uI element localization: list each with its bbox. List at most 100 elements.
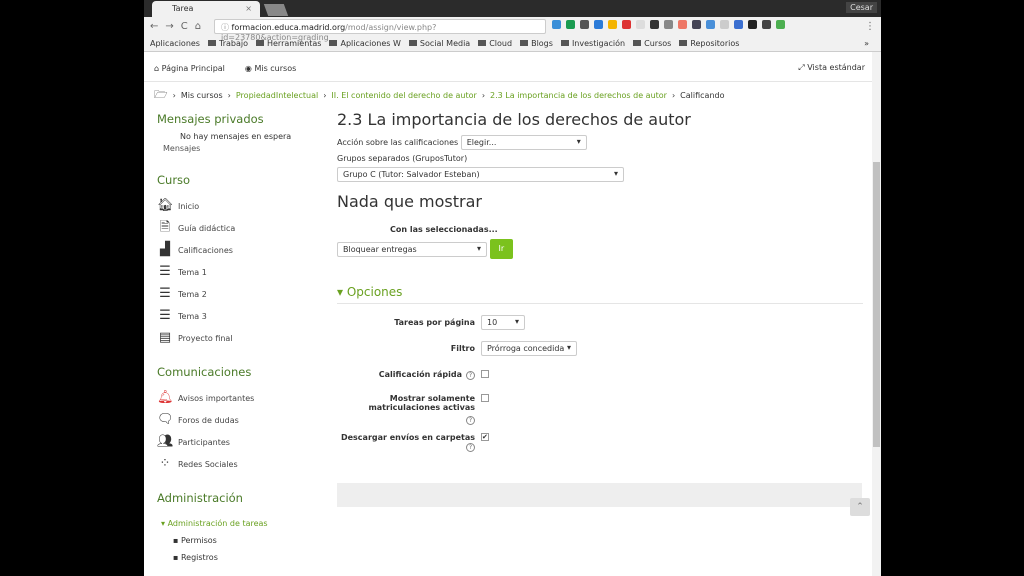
bookmark-folder[interactable]: Cursos (633, 39, 671, 48)
extension-icon[interactable] (580, 20, 589, 29)
bookmark-folder[interactable]: Investigación (561, 39, 625, 48)
url-input[interactable]: ⓘ formacion.educa.madrid.org/mod/assign/… (214, 19, 546, 42)
course-item-guia[interactable]: 🗎 Guía didáctica (157, 217, 317, 239)
filter-select[interactable]: Prórroga concedida (481, 341, 577, 356)
tab-tarea[interactable]: Tarea × (152, 1, 260, 17)
back-to-top-button[interactable]: ⌃ (850, 498, 870, 516)
bulk-action-select[interactable]: Bloquear entregas (337, 241, 487, 257)
folder-icon: 🗁 (154, 87, 168, 101)
breadcrumb-item[interactable]: 2.3 La importancia de los derechos de au… (490, 91, 667, 100)
profile-name[interactable]: Cesar (846, 2, 877, 13)
block-title: Comunicaciones (157, 365, 252, 379)
quick-grading-checkbox[interactable] (481, 370, 489, 378)
comm-item-foros[interactable]: 🗨 Foros de dudas (157, 409, 317, 431)
help-icon[interactable]: ? (466, 416, 475, 425)
scrollbar-thumb[interactable] (873, 162, 880, 447)
per-page-select[interactable]: 10 (481, 315, 525, 330)
extensions (552, 20, 785, 29)
course-item-tema3[interactable]: ☰ Tema 3 (157, 305, 317, 327)
scrollbar[interactable] (872, 52, 881, 576)
extension-icon[interactable] (734, 20, 743, 29)
new-tab-button[interactable] (263, 4, 289, 16)
extension-icon[interactable] (636, 20, 645, 29)
course-item-inicio[interactable]: 🏠︎ Inicio (157, 195, 317, 217)
comm-item-participantes[interactable]: 👥︎ Participantes (157, 431, 317, 453)
download-folders-checkbox[interactable]: ✔ (481, 433, 489, 441)
nav-my-courses-label: Mis cursos (254, 63, 297, 73)
extension-icon[interactable] (608, 20, 617, 29)
grading-action-select[interactable]: Elegir... (460, 135, 587, 150)
numbered-list-icon: ☰ (159, 286, 171, 301)
extension-icon[interactable] (762, 20, 771, 29)
close-tab-icon[interactable]: × (245, 4, 252, 13)
dashboard-icon: ◉ (244, 63, 255, 73)
breadcrumb-item[interactable]: II. El contenido del derecho de autor (331, 91, 476, 100)
bar-chart-icon: ▟ (160, 242, 170, 257)
extension-icon[interactable] (622, 20, 631, 29)
item-label: Tema 2 (178, 289, 207, 299)
groups-select[interactable]: Grupo C (Tutor: Salvador Esteban) (337, 167, 624, 182)
extension-icon[interactable] (748, 20, 757, 29)
extension-icon[interactable] (552, 20, 561, 29)
address-bar-row: ← → C ⌂ ⓘ formacion.educa.madrid.org/mod/as… (144, 17, 881, 42)
course-item-tema1[interactable]: ☰ Tema 1 (157, 261, 317, 283)
extension-icon[interactable] (566, 20, 575, 29)
go-button[interactable]: Ir (489, 239, 513, 259)
chat-icon: 🗨 (157, 412, 174, 427)
messages-link[interactable]: Mensajes (157, 144, 317, 153)
active-only-checkbox[interactable] (481, 394, 489, 402)
admin-item-label: Registros (180, 553, 218, 562)
item-label: Avisos importantes (178, 393, 255, 403)
block-title: Curso (157, 173, 191, 187)
bookmark-apps[interactable]: Aplicaciones (150, 39, 200, 48)
extension-icon[interactable] (706, 20, 715, 29)
bookmark-folder[interactable]: Aplicaciones W (329, 39, 400, 48)
extension-icon[interactable] (594, 20, 603, 29)
menu-icon[interactable]: ⋮ (865, 21, 875, 32)
with-selected-label: Con las seleccionadas... (390, 225, 498, 234)
breadcrumb-item[interactable]: Mis cursos (181, 91, 223, 100)
comm-item-avisos[interactable]: 🔔︎ Avisos importantes (157, 387, 317, 409)
breadcrumb-current: Calificando (680, 90, 725, 100)
document-icon: 🗎 (159, 220, 171, 235)
extension-icon[interactable] (776, 20, 785, 29)
extension-icon[interactable] (678, 20, 687, 29)
footer-bar (337, 483, 862, 507)
bookmark-folder[interactable]: Repositorios (679, 39, 739, 48)
bookmark-folder[interactable]: Cloud (478, 39, 512, 48)
reload-icon[interactable]: C (181, 21, 188, 32)
forward-icon[interactable]: → (165, 21, 173, 32)
options-title: Opciones (346, 285, 403, 299)
item-label: Tema 3 (178, 311, 207, 321)
more-bookmarks[interactable]: » (864, 39, 869, 48)
bookmark-folder[interactable]: Social Media (409, 39, 470, 48)
numbered-list-icon: ☰ (159, 308, 171, 323)
standard-view-button[interactable]: ⤢ Vista estándar (798, 63, 865, 73)
extension-icon[interactable] (650, 20, 659, 29)
extension-icon[interactable] (692, 20, 701, 29)
admin-item[interactable]: ▪ Registros (157, 553, 317, 562)
options-toggle[interactable]: ▾ Opciones (337, 285, 863, 304)
main-content: 2.3 La importancia de los derechos de au… (337, 110, 863, 452)
extension-icon[interactable] (664, 20, 673, 29)
breadcrumb-item[interactable]: PropiedadIntelectual (236, 91, 318, 100)
extension-icon[interactable] (720, 20, 729, 29)
caret-down-icon: ▾ (337, 285, 347, 299)
home-icon[interactable]: ⌂ (195, 21, 201, 32)
site-nav: ⌂ Página Principal ◉ Mis cursos ⤢ Vista … (144, 55, 881, 82)
comm-item-redes[interactable]: ⁘ Redes Sociales (157, 453, 317, 475)
admin-item[interactable]: ▪ Permisos (157, 536, 317, 545)
nav-my-courses[interactable]: ◉ Mis cursos (245, 64, 296, 73)
groups-label: Grupos separados (GruposTutor) (337, 154, 468, 163)
bookmark-folder[interactable]: Blogs (520, 39, 553, 48)
course-item-tema2[interactable]: ☰ Tema 2 (157, 283, 317, 305)
admin-section[interactable]: ▾ Administración de tareas (157, 519, 317, 528)
tab-title: Tarea (172, 4, 194, 13)
back-icon[interactable]: ← (150, 21, 158, 32)
download-folders-label: Descargar envíos en carpetas (340, 433, 475, 442)
course-item-proyecto[interactable]: ▤ Proyecto final (157, 327, 317, 349)
nav-home[interactable]: ⌂ Página Principal (154, 64, 225, 73)
help-icon[interactable]: ? (466, 443, 475, 452)
course-item-calificaciones[interactable]: ▟ Calificaciones (157, 239, 317, 261)
help-icon[interactable]: ? (466, 371, 475, 380)
